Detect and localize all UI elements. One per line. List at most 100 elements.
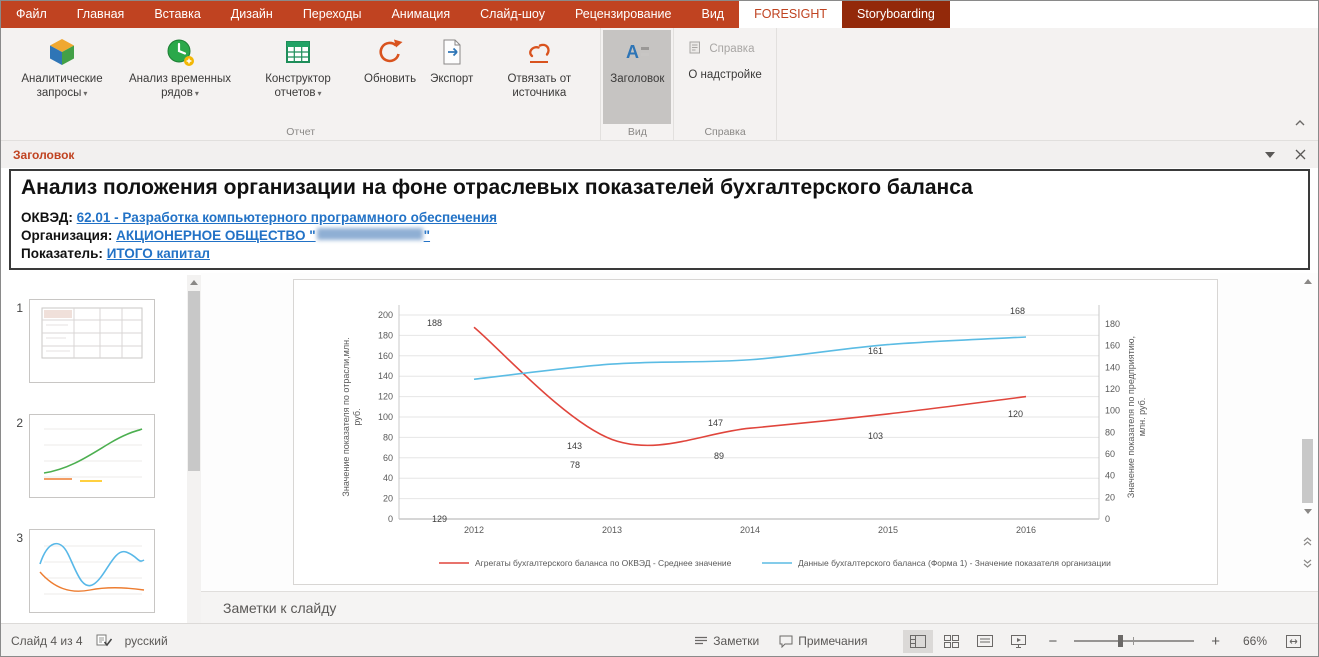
notes-bar[interactable]: Заметки к слайду [201, 591, 1318, 623]
indicator-link[interactable]: ИТОГО капитал [107, 246, 210, 261]
report-title-box[interactable]: Анализ положения организации на фоне отр… [9, 169, 1310, 270]
next-slide-button[interactable] [1300, 559, 1315, 568]
zoom-percentage[interactable]: 66% [1235, 634, 1267, 648]
thumbnail-item: 2 [7, 414, 155, 498]
ribbon-button-label: Экспорт [430, 72, 473, 86]
svg-text:2014: 2014 [740, 525, 760, 535]
ribbon-button-label: Конструктор отчетов▾ [246, 72, 350, 101]
scroll-down-icon[interactable] [1300, 509, 1315, 514]
zoom-slider[interactable] [1074, 640, 1194, 642]
organization-link[interactable]: АКЦИОНЕРНОЕ ОБЩЕСТВО "" [116, 228, 430, 243]
ribbon-button-экспорт[interactable]: Экспорт [423, 30, 480, 124]
ribbon: Аналитические запросы▾Анализ временных р… [1, 28, 1318, 141]
svg-text:Данные бухгалтерского баланса: Данные бухгалтерского баланса (Форма 1) … [798, 558, 1111, 568]
status-bar: Слайд 4 из 4 русский Заметки Примечания [1, 623, 1318, 657]
tab-переходы[interactable]: Переходы [288, 1, 377, 28]
okved-field: ОКВЭД: 62.01 - Разработка компьютерного … [21, 210, 1298, 225]
slide-canvas-area: 0204060801001201401601802000204060801001… [201, 273, 1318, 591]
tab-рецензирование[interactable]: Рецензирование [560, 1, 687, 28]
collapse-ribbon-icon[interactable] [1294, 114, 1306, 132]
notes-toggle[interactable]: Заметки [690, 631, 763, 651]
normal-view-button[interactable] [903, 630, 933, 653]
svg-text:160: 160 [1105, 341, 1120, 351]
ribbon-button-аналитические-запросы[interactable]: Аналитические запросы▾ [3, 30, 121, 124]
thumbnail-scrollbar[interactable] [187, 275, 201, 623]
svg-text:160: 160 [378, 351, 393, 361]
svg-text:103: 103 [868, 431, 883, 441]
svg-text:40: 40 [383, 473, 393, 483]
ribbon-button-отвязать-от-источника[interactable]: Отвязать от источника [480, 30, 598, 124]
ribbon-group-label: Справка [674, 126, 775, 138]
ribbon-button-заголовок[interactable]: A Заголовок [603, 30, 671, 124]
slide-thumbnail-3[interactable] [29, 529, 155, 613]
slide-number: 1 [7, 299, 23, 383]
tab-анимация[interactable]: Анимация [376, 1, 465, 28]
language-indicator[interactable]: русский [125, 634, 168, 648]
slideshow-view-button[interactable] [1004, 630, 1033, 653]
tab-foresight[interactable]: FORESIGHT [739, 1, 842, 28]
main-area: 123 020406080100120140160180200020406080… [1, 273, 1318, 623]
ribbon-button-label: Заголовок [610, 72, 664, 86]
svg-text:200: 200 [378, 310, 393, 320]
spellcheck-icon[interactable] [96, 633, 112, 650]
fit-to-window-button[interactable] [1279, 630, 1308, 653]
ribbon-button-анализ-временных-рядов[interactable]: Анализ временных рядов▾ [121, 30, 239, 124]
svg-text:120: 120 [378, 392, 393, 402]
slide-scrollbar[interactable] [1300, 279, 1315, 579]
indicator-field: Показатель: ИТОГО капитал [21, 246, 1298, 261]
svg-text:60: 60 [1105, 449, 1115, 459]
pane-close-icon[interactable] [1295, 149, 1306, 160]
comments-toggle[interactable]: Примечания [775, 631, 871, 651]
tab-вид[interactable]: Вид [686, 1, 739, 28]
ribbon-item-о-надстройке[interactable]: О надстройке [688, 69, 761, 81]
zoom-slider-tick [1133, 637, 1134, 645]
svg-text:2016: 2016 [1016, 525, 1036, 535]
organization-label: Организация: [21, 228, 112, 243]
ribbon-button-обновить[interactable]: Обновить [357, 30, 423, 124]
notes-bar-label: Заметки к слайду [223, 600, 336, 616]
previous-slide-button[interactable] [1300, 537, 1315, 546]
ribbon-group-label: Вид [601, 126, 673, 138]
slide[interactable]: 0204060801001201401601802000204060801001… [293, 279, 1218, 585]
tab-дизайн[interactable]: Дизайн [216, 1, 288, 28]
svg-text:180: 180 [378, 330, 393, 340]
tab-слайд-шоу[interactable]: Слайд-шоу [465, 1, 560, 28]
zoom-slider-thumb[interactable] [1118, 635, 1123, 647]
pane-dropdown-icon[interactable] [1265, 152, 1275, 158]
ribbon-button-конструктор-отчетов[interactable]: Конструктор отчетов▾ [239, 30, 357, 124]
svg-text:140: 140 [378, 371, 393, 381]
thumbnail-scrollbar-thumb[interactable] [188, 291, 200, 471]
slide-thumbnail-2[interactable] [29, 414, 155, 498]
slide-sorter-view-button[interactable] [937, 630, 966, 653]
ribbon-group-справка: СправкаО надстройкеСправка [674, 28, 776, 140]
slide-thumbnail-1[interactable] [29, 299, 155, 383]
svg-text:140: 140 [1105, 362, 1120, 372]
reading-view-button[interactable] [970, 630, 1000, 653]
thumbnail-item: 3 [7, 529, 155, 613]
unlink-icon [522, 36, 556, 68]
report-builder-icon [281, 36, 315, 68]
thumbnail-item: 1 [7, 299, 155, 383]
tab-storyboarding[interactable]: Storyboarding [842, 1, 950, 28]
svg-text:20: 20 [1105, 492, 1115, 502]
dropdown-arrow-icon: ▾ [83, 89, 87, 98]
svg-text:120: 120 [1008, 409, 1023, 419]
export-icon [435, 36, 469, 68]
svg-text:78: 78 [570, 460, 580, 470]
tab-файл[interactable]: Файл [1, 1, 62, 28]
zoom-in-button[interactable]: + [1208, 633, 1223, 650]
scroll-up-icon[interactable] [1300, 279, 1315, 284]
slide-scrollbar-thumb[interactable] [1302, 439, 1313, 503]
thumbnail-scroll-up-icon[interactable] [187, 275, 201, 289]
title-view-icon: A [620, 36, 654, 68]
svg-text:129: 129 [432, 514, 447, 524]
zoom-out-button[interactable]: − [1045, 633, 1060, 650]
slide-number: 3 [7, 529, 23, 613]
tab-главная[interactable]: Главная [62, 1, 140, 28]
okved-label: ОКВЭД: [21, 210, 73, 225]
svg-text:100: 100 [378, 412, 393, 422]
okved-link[interactable]: 62.01 - Разработка компьютерного програм… [77, 210, 497, 225]
ribbon-tab-bar: ФайлГлавнаяВставкаДизайнПереходыАнимация… [1, 1, 1318, 28]
tab-вставка[interactable]: Вставка [139, 1, 215, 28]
slide-thumbnail-panel: 1 2 3 [1, 273, 201, 623]
